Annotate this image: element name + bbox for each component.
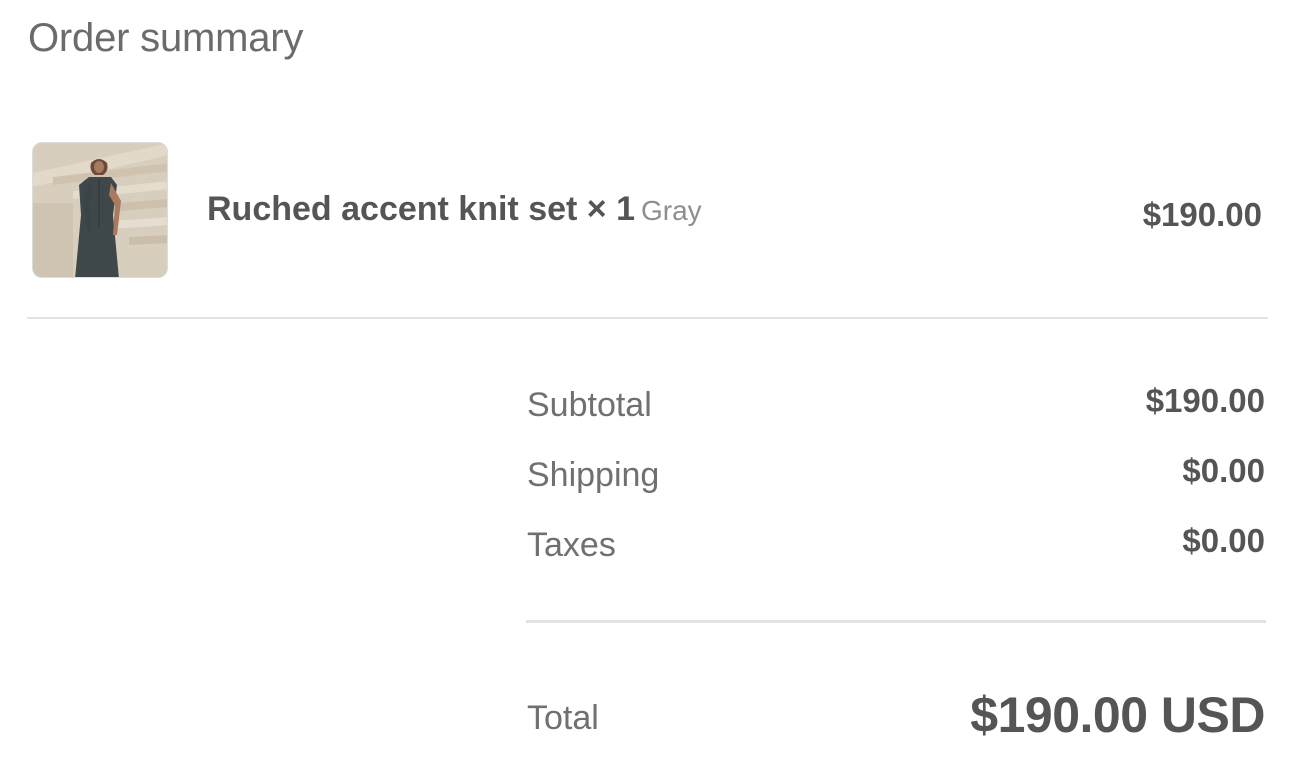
subtotal-label: Subtotal — [527, 386, 652, 424]
taxes-value: $0.00 — [1182, 522, 1265, 559]
product-image[interactable] — [32, 142, 168, 278]
taxes-label: Taxes — [527, 526, 616, 564]
shipping-label: Shipping — [527, 456, 660, 494]
subtotal-value: $190.00 — [1145, 382, 1265, 419]
line-item-price: $190.00 — [1142, 196, 1262, 233]
line-item-title: Ruched accent knit set × 1 Gray — [207, 190, 702, 229]
divider — [27, 317, 1268, 319]
total-label: Total — [527, 699, 599, 737]
shipping-value: $0.00 — [1182, 452, 1265, 489]
total-value: $190.00 USD — [970, 687, 1265, 743]
totals-divider — [526, 620, 1266, 623]
line-item-variant: Gray — [641, 195, 702, 226]
line-item-name: Ruched accent knit set × 1 — [207, 190, 635, 228]
product-photo-icon — [33, 143, 167, 277]
order-summary-title: Order summary — [28, 16, 304, 60]
